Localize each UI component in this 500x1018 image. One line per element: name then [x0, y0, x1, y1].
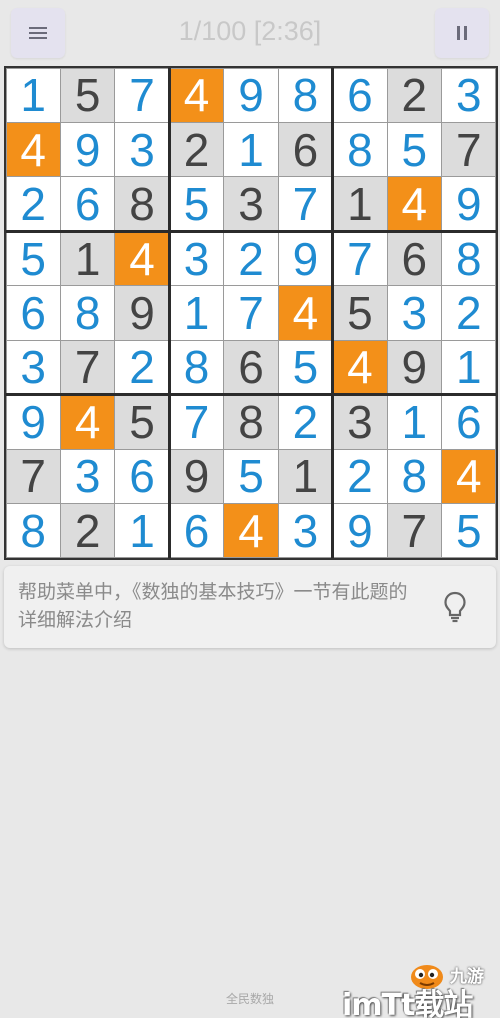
- box-divider-vertical: [167, 68, 171, 558]
- watermark: 九游 imTt载站: [342, 958, 498, 1018]
- sudoku-cell-r2c2[interactable]: 9: [60, 122, 115, 177]
- sudoku-cell-r3c4[interactable]: 5: [169, 177, 224, 231]
- pause-button[interactable]: [435, 8, 489, 58]
- sudoku-cell-r9c7[interactable]: 9: [333, 504, 387, 558]
- sudoku-cell-r5c6[interactable]: 4: [278, 286, 333, 340]
- sudoku-cell-r6c2[interactable]: 7: [60, 340, 115, 395]
- sudoku-cell-r2c4[interactable]: 2: [169, 122, 224, 177]
- sudoku-cell-r8c3[interactable]: 6: [115, 449, 169, 504]
- sudoku-cell-r5c4[interactable]: 1: [169, 286, 224, 340]
- sudoku-cell-r9c6[interactable]: 3: [278, 504, 333, 558]
- sudoku-cell-r6c8[interactable]: 9: [387, 340, 442, 395]
- puzzle-progress-timer: 1/100 [2:36]: [178, 16, 322, 46]
- sudoku-cell-r7c2[interactable]: 4: [60, 395, 115, 449]
- sudoku-cell-r9c3[interactable]: 1: [115, 504, 169, 558]
- sudoku-cell-r5c1[interactable]: 6: [6, 286, 60, 340]
- sudoku-cell-r2c3[interactable]: 3: [115, 122, 169, 177]
- sudoku-cell-r7c9[interactable]: 6: [442, 395, 496, 449]
- sudoku-cell-r5c9[interactable]: 2: [442, 286, 496, 340]
- sudoku-cell-r9c9[interactable]: 5: [442, 504, 496, 558]
- box-divider-horizontal: [6, 229, 496, 233]
- sudoku-cell-r8c6[interactable]: 1: [278, 449, 333, 504]
- sudoku-cell-r8c1[interactable]: 7: [6, 449, 60, 504]
- sudoku-cell-r3c7[interactable]: 1: [333, 177, 387, 231]
- sudoku-cell-r9c5[interactable]: 4: [224, 504, 278, 558]
- sudoku-cell-r9c4[interactable]: 6: [169, 504, 224, 558]
- sudoku-cell-r5c2[interactable]: 8: [60, 286, 115, 340]
- sudoku-cell-r1c5[interactable]: 9: [224, 68, 278, 122]
- top-bar: 1/100 [2:36]: [0, 0, 500, 64]
- sudoku-cell-r1c6[interactable]: 8: [278, 68, 333, 122]
- sudoku-cell-r6c7[interactable]: 4: [333, 340, 387, 395]
- sudoku-cell-r8c9[interactable]: 4: [442, 449, 496, 504]
- sudoku-cell-r8c8[interactable]: 8: [387, 449, 442, 504]
- app-name-footer: 全民数独: [225, 992, 274, 1006]
- sudoku-cell-r6c5[interactable]: 6: [224, 340, 278, 395]
- sudoku-cell-r3c2[interactable]: 6: [60, 177, 115, 231]
- sudoku-cell-r4c9[interactable]: 8: [442, 231, 496, 286]
- box-divider-vertical: [331, 68, 335, 558]
- sudoku-cell-r9c2[interactable]: 2: [60, 504, 115, 558]
- sudoku-cell-r7c6[interactable]: 2: [278, 395, 333, 449]
- sudoku-cell-r4c2[interactable]: 1: [60, 231, 115, 286]
- sudoku-cell-r1c1[interactable]: 1: [6, 68, 60, 122]
- lightbulb-icon[interactable]: [441, 590, 469, 624]
- sudoku-cell-r4c4[interactable]: 3: [169, 231, 224, 286]
- sudoku-cell-r6c1[interactable]: 3: [6, 340, 60, 395]
- sudoku-cell-r1c9[interactable]: 3: [442, 68, 496, 122]
- sudoku-cell-r3c5[interactable]: 3: [224, 177, 278, 231]
- sudoku-cell-r2c5[interactable]: 1: [224, 122, 278, 177]
- sudoku-cell-r7c5[interactable]: 8: [224, 395, 278, 449]
- sudoku-cell-r4c7[interactable]: 7: [333, 231, 387, 286]
- hint-text: 帮助菜单中，《数独的基本技巧》一节有此题的详细解法介绍: [18, 581, 408, 631]
- sudoku-cell-r4c8[interactable]: 6: [387, 231, 442, 286]
- sudoku-cell-r4c5[interactable]: 2: [224, 231, 278, 286]
- sudoku-cell-r5c7[interactable]: 5: [333, 286, 387, 340]
- sudoku-cell-r4c1[interactable]: 5: [6, 231, 60, 286]
- sudoku-cell-r6c9[interactable]: 1: [442, 340, 496, 395]
- sudoku-cell-r3c6[interactable]: 7: [278, 177, 333, 231]
- sudoku-cell-r2c7[interactable]: 8: [333, 122, 387, 177]
- sudoku-cell-r7c8[interactable]: 1: [387, 395, 442, 449]
- pause-icon: [457, 26, 467, 40]
- hint-card[interactable]: 帮助菜单中，《数独的基本技巧》一节有此题的详细解法介绍: [4, 566, 496, 648]
- menu-button[interactable]: [11, 8, 65, 58]
- sudoku-cell-r2c1[interactable]: 4: [6, 122, 60, 177]
- sudoku-cell-r7c7[interactable]: 3: [333, 395, 387, 449]
- sudoku-cell-r5c8[interactable]: 3: [387, 286, 442, 340]
- sudoku-cell-r3c3[interactable]: 8: [115, 177, 169, 231]
- sudoku-cell-r5c5[interactable]: 7: [224, 286, 278, 340]
- sudoku-cell-r2c6[interactable]: 6: [278, 122, 333, 177]
- sudoku-cell-r6c6[interactable]: 5: [278, 340, 333, 395]
- sudoku-cell-r9c1[interactable]: 8: [6, 504, 60, 558]
- sudoku-cell-r2c9[interactable]: 7: [442, 122, 496, 177]
- watermark-site-text: imTt载站: [342, 988, 473, 1018]
- sudoku-cell-r3c1[interactable]: 2: [6, 177, 60, 231]
- sudoku-cell-r8c5[interactable]: 5: [224, 449, 278, 504]
- sudoku-cell-r8c7[interactable]: 2: [333, 449, 387, 504]
- sudoku-cell-r1c7[interactable]: 6: [333, 68, 387, 122]
- sudoku-cell-r7c4[interactable]: 7: [169, 395, 224, 449]
- sudoku-cell-r8c4[interactable]: 9: [169, 449, 224, 504]
- sudoku-grid: 1574986234932168572685371495143297686891…: [4, 66, 498, 560]
- sudoku-cell-r4c6[interactable]: 9: [278, 231, 333, 286]
- sudoku-cell-r3c8[interactable]: 4: [387, 177, 442, 231]
- sudoku-cell-r9c8[interactable]: 7: [387, 504, 442, 558]
- sudoku-cell-r1c3[interactable]: 7: [115, 68, 169, 122]
- sudoku-cell-r7c1[interactable]: 9: [6, 395, 60, 449]
- menu-list-icon: [29, 26, 47, 40]
- sudoku-cell-r7c3[interactable]: 5: [115, 395, 169, 449]
- sudoku-cell-r5c3[interactable]: 9: [115, 286, 169, 340]
- sudoku-cell-r6c4[interactable]: 8: [169, 340, 224, 395]
- sudoku-screen: 1/100 [2:36] 157498623493216857268537149…: [0, 0, 500, 1018]
- box-divider-horizontal: [6, 393, 496, 397]
- sudoku-cell-r4c3[interactable]: 4: [115, 231, 169, 286]
- sudoku-cell-r6c3[interactable]: 2: [115, 340, 169, 395]
- sudoku-cell-r3c9[interactable]: 9: [442, 177, 496, 231]
- sudoku-cell-r1c8[interactable]: 2: [387, 68, 442, 122]
- sudoku-cell-r2c8[interactable]: 5: [387, 122, 442, 177]
- sudoku-cell-r1c2[interactable]: 5: [60, 68, 115, 122]
- sudoku-cell-r1c4[interactable]: 4: [169, 68, 224, 122]
- sudoku-cell-r8c2[interactable]: 3: [60, 449, 115, 504]
